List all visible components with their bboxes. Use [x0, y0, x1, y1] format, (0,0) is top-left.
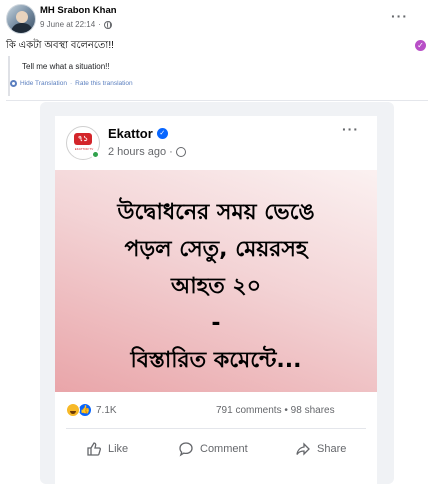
counts-separator: •: [284, 405, 288, 416]
translation-block: Tell me what a situation!! Hide Translat…: [8, 56, 208, 96]
comment-button[interactable]: Comment: [178, 441, 248, 457]
headline-line: পড়ল সেতু, মেয়রসহ: [124, 237, 308, 262]
comment-label: Comment: [200, 443, 248, 455]
share-button[interactable]: Share: [295, 441, 346, 457]
shared-meta-dot: ·: [169, 146, 173, 158]
headline-line: -: [211, 311, 221, 336]
divider: [6, 100, 428, 101]
post-meta: 9 June at 22:14 ·: [40, 20, 112, 29]
share-icon: [296, 442, 310, 456]
gear-icon: [10, 80, 17, 87]
reactions-summary[interactable]: 👍 7.1K: [66, 403, 117, 417]
check-badge-icon: ✓: [415, 40, 426, 51]
online-status-icon: [91, 150, 100, 159]
post-text: কি একটা অবস্থা বলেনতো!!: [6, 40, 114, 51]
shared-post-time[interactable]: 2 hours ago: [108, 146, 166, 158]
like-button[interactable]: Like: [86, 441, 128, 457]
post-header: MH Srabon Khan 9 June at 22:14 ·: [6, 4, 434, 36]
globe-icon: [103, 20, 112, 29]
headline: উদ্বোধনের সময় ভেঙে পড়ল সেতু, মেয়রসহ আ…: [55, 194, 377, 379]
verified-icon: ✓: [156, 128, 168, 139]
thumbs-up-icon: [87, 442, 101, 456]
headline-line: উদ্বোধনের সময় ভেঙে: [117, 200, 315, 225]
shares-count[interactable]: 98 shares: [291, 405, 335, 416]
author-avatar[interactable]: [6, 4, 36, 34]
logo-mark: ৭১: [74, 133, 92, 145]
globe-icon: [175, 147, 186, 157]
like-reaction-icon: 👍: [78, 403, 92, 417]
news-image[interactable]: উদ্বোধনের সময় ভেঙে পড়ল সেতু, মেয়রসহ আ…: [55, 170, 377, 392]
rate-translation-link[interactable]: Rate this translation: [75, 80, 132, 87]
author-name[interactable]: MH Srabon Khan: [40, 5, 117, 16]
post-time[interactable]: 9 June at 22:14: [40, 20, 95, 29]
translation-links: Hide Translation · Rate this translation: [10, 80, 133, 87]
comment-icon: [179, 442, 193, 457]
hide-translation-link[interactable]: Hide Translation: [20, 80, 67, 87]
page-name[interactable]: Ekattor ✓: [108, 126, 168, 141]
page-name-label[interactable]: Ekattor: [108, 126, 153, 141]
comments-count[interactable]: 791 comments: [216, 405, 282, 416]
meta-dot: ·: [98, 20, 101, 29]
post-more-button[interactable]: ···: [391, 8, 408, 24]
headline-line: বিস্তারিত কমেন্টে...: [130, 348, 302, 373]
like-label: Like: [108, 443, 129, 455]
headline-line: আহত ২০: [171, 274, 261, 299]
translation-separator: ·: [69, 80, 73, 87]
actions-divider: [66, 428, 366, 429]
translation-text: Tell me what a situation!!: [22, 62, 110, 71]
shared-post-meta: 2 hours ago ·: [108, 146, 186, 158]
reaction-count: 7.1K: [96, 404, 117, 416]
engagement-counts: 791 comments • 98 shares: [216, 405, 335, 416]
haha-reaction-icon: [66, 403, 80, 417]
share-label: Share: [317, 443, 347, 455]
shared-more-button[interactable]: ···: [342, 121, 359, 137]
